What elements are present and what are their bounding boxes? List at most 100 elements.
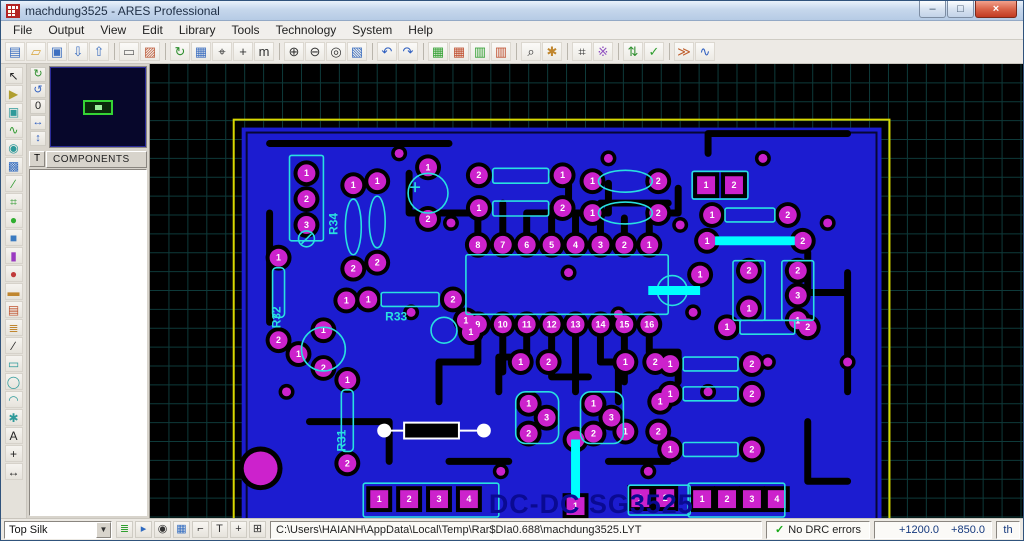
menu-item-output[interactable]: Output (40, 22, 92, 38)
route-toggle-icon[interactable]: ▸ (135, 521, 152, 538)
layer-selector[interactable]: Top Silk ▼ (4, 520, 112, 539)
menu-item-technology[interactable]: Technology (268, 22, 345, 38)
menu-item-library[interactable]: Library (171, 22, 224, 38)
circle-2d-icon[interactable]: ◯ (4, 373, 23, 390)
search-tag-icon[interactable]: ⌕ (521, 42, 541, 61)
via[interactable] (675, 220, 685, 230)
via[interactable] (643, 466, 653, 476)
via[interactable] (603, 153, 613, 163)
via-mode-icon[interactable]: ◉ (4, 139, 23, 156)
dimension-icon[interactable]: ↔ (4, 463, 23, 480)
text-2d-icon[interactable]: A (4, 427, 23, 444)
snap-toggle-icon[interactable]: ◉ (154, 521, 171, 538)
cursor-toggle-icon[interactable]: + (230, 521, 247, 538)
menu-item-tools[interactable]: Tools (224, 22, 268, 38)
polar-toggle-icon[interactable]: ⌐ (192, 521, 209, 538)
menu-item-file[interactable]: File (5, 22, 40, 38)
minimize-button[interactable]: – (919, 1, 946, 18)
origin-icon[interactable]: ⌖ (212, 42, 232, 61)
path-2d-icon[interactable]: ✱ (4, 409, 23, 426)
via[interactable] (282, 387, 292, 397)
via[interactable] (406, 307, 416, 317)
mirror-vertical-icon[interactable]: ↕ (30, 131, 46, 146)
goto-ratsnest-icon[interactable]: ※ (593, 42, 613, 61)
edge-pad-icon[interactable]: ● (4, 265, 23, 282)
close-button[interactable]: × (975, 1, 1017, 18)
via[interactable] (564, 268, 574, 278)
import-region-icon[interactable]: ⇩ (68, 42, 88, 61)
square-pad-icon[interactable]: ■ (4, 229, 23, 246)
drc-graph-icon[interactable]: ∿ (695, 42, 715, 61)
track-mode-icon[interactable]: ∿ (4, 121, 23, 138)
design-overview[interactable] (49, 66, 147, 148)
component-mode-icon[interactable]: ▶ (4, 85, 23, 102)
redo-icon[interactable]: ↷ (398, 42, 418, 61)
menu-item-edit[interactable]: Edit (134, 22, 171, 38)
x-cursor-icon[interactable]: + (233, 42, 253, 61)
zoom-out-icon[interactable]: ⊖ (305, 42, 325, 61)
refresh-icon[interactable]: ↻ (30, 67, 46, 82)
zoom-area-icon[interactable]: ▧ (347, 42, 367, 61)
titlebar[interactable]: machdung3525 - ARES Professional – □ × (1, 1, 1023, 21)
mark-output-icon[interactable]: ▨ (140, 42, 160, 61)
dil-pad-icon[interactable]: ▮ (4, 247, 23, 264)
auto-router-icon[interactable]: ≫ (674, 42, 694, 61)
box-2d-icon[interactable]: ▭ (4, 355, 23, 372)
layer-grid-top-icon[interactable]: ▦ (428, 42, 448, 61)
via[interactable] (843, 357, 853, 367)
redraw-icon[interactable]: ↻ (170, 42, 190, 61)
new-layout-icon[interactable]: ▤ (5, 42, 25, 61)
layer-stack-icon[interactable]: ≣ (116, 521, 133, 538)
save-layout-icon[interactable]: ▣ (47, 42, 67, 61)
via[interactable] (688, 307, 698, 317)
grid-snap-icon[interactable]: ▦ (173, 521, 190, 538)
via[interactable] (394, 148, 404, 158)
components-list[interactable] (29, 169, 147, 516)
arc-2d-icon[interactable]: ◠ (4, 391, 23, 408)
print-icon[interactable]: ▭ (119, 42, 139, 61)
smd-pad-icon[interactable]: ▬ (4, 283, 23, 300)
ruler-toggle-icon[interactable]: ⊞ (249, 521, 266, 538)
round-pad-icon[interactable]: ● (4, 211, 23, 228)
ratsnest-mode-icon[interactable]: ∕ (4, 175, 23, 192)
via[interactable] (496, 466, 506, 476)
marker-2d-icon[interactable]: + (4, 445, 23, 462)
zoom-all-icon[interactable]: ◎ (326, 42, 346, 61)
menu-item-help[interactable]: Help (400, 22, 441, 38)
find-part-icon[interactable]: ⌗ (572, 42, 592, 61)
line-2d-icon[interactable]: ∕ (4, 337, 23, 354)
highlight-mode-icon[interactable]: ⌗ (4, 193, 23, 210)
chevron-down-icon[interactable]: ▼ (96, 521, 111, 538)
via-stack-icon[interactable]: ≣ (4, 319, 23, 336)
mounting-hole[interactable] (243, 451, 278, 486)
menu-item-view[interactable]: View (92, 22, 134, 38)
grid-toggle-icon[interactable]: ▦ (191, 42, 211, 61)
pcb-editor[interactable]: 8 7 6 5 4 3 2 1 9 10 11 12 13 14 15 16 1 2 3 1 2 1 2 1 2 2 1 1 2 1 2 1 2… (149, 64, 1023, 518)
via[interactable] (703, 387, 713, 397)
edit-properties-icon[interactable]: ✱ (542, 42, 562, 61)
via[interactable] (446, 218, 456, 228)
zoom-in-icon[interactable]: ⊕ (284, 42, 304, 61)
layer-pairs-icon[interactable]: ▥ (491, 42, 511, 61)
snap-icon[interactable]: m (254, 42, 274, 61)
layer-grid-bottom-icon[interactable]: ▦ (449, 42, 469, 61)
via[interactable] (758, 153, 768, 163)
maximize-button[interactable]: □ (947, 1, 974, 18)
pcb-canvas[interactable]: 8 7 6 5 4 3 2 19 10 11 12 13 14 15 161231212122 11 21 21 2… (150, 64, 1023, 518)
open-layout-icon[interactable]: ▱ (26, 42, 46, 61)
connectivity-icon[interactable]: ✓ (644, 42, 664, 61)
via[interactable] (823, 218, 833, 228)
toggle-list-button[interactable]: T (29, 151, 45, 167)
zone-mode-icon[interactable]: ▩ (4, 157, 23, 174)
export-region-icon[interactable]: ⇧ (89, 42, 109, 61)
tidy-icon[interactable]: ⇅ (623, 42, 643, 61)
flip-layers-icon[interactable]: ▥ (470, 42, 490, 61)
menu-item-system[interactable]: System (344, 22, 400, 38)
angle-display[interactable]: 0 (30, 99, 46, 114)
text-toggle-icon[interactable]: T (211, 521, 228, 538)
selection-tool-icon[interactable]: ↖ (4, 67, 23, 84)
mirror-horizontal-icon[interactable]: ↔ (30, 115, 46, 130)
padstack-icon[interactable]: ▤ (4, 301, 23, 318)
via[interactable] (763, 357, 773, 367)
package-mode-icon[interactable]: ▣ (4, 103, 23, 120)
